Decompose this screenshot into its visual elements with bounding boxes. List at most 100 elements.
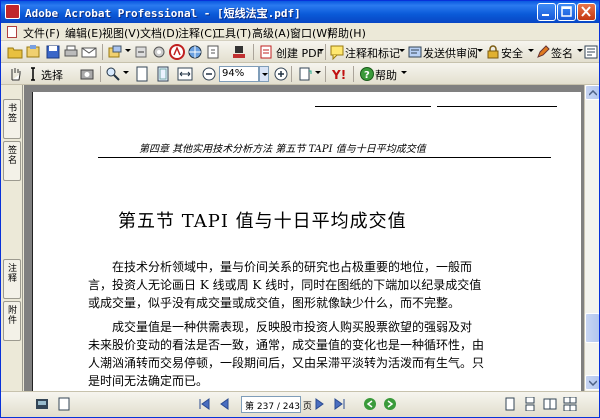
help-dropdown-arrow[interactable] — [401, 71, 407, 74]
menu-help[interactable]: 帮助(H) — [327, 25, 366, 41]
menu-advanced[interactable]: 高级(A) — [252, 25, 290, 41]
last-page-icon[interactable] — [333, 397, 347, 411]
sign-label[interactable]: 签名 — [551, 45, 573, 61]
security-label[interactable]: 安全 — [501, 45, 523, 61]
previous-view-icon[interactable] — [363, 397, 377, 411]
zoom-in-magnifier-icon[interactable] — [105, 66, 121, 82]
rotate-dropdown-arrow[interactable] — [315, 71, 321, 74]
fit-page-icon[interactable] — [155, 66, 171, 82]
menu-edit[interactable]: 编辑(E) — [65, 25, 103, 41]
stamp-icon[interactable] — [231, 44, 247, 60]
organizer-icon[interactable] — [25, 44, 41, 60]
zoom-level-dropdown-button[interactable] — [259, 66, 269, 82]
help-icon[interactable]: ? — [359, 66, 375, 82]
send-review-icon[interactable] — [407, 44, 423, 60]
scroll-thumb[interactable] — [585, 313, 599, 343]
create-pdf-icon[interactable] — [258, 44, 274, 60]
save-icon[interactable] — [45, 44, 61, 60]
running-header: 第四章 其他实用技术分析方法 第五节 TAPI 值与十日平均成交值 — [139, 144, 426, 155]
tools-icon[interactable] — [133, 44, 149, 60]
text-line: 是时间无法确定而已。 — [88, 374, 209, 388]
print-icon[interactable] — [63, 44, 79, 60]
scroll-down-button[interactable] — [585, 375, 599, 390]
section-title: 第五节 TAPI 值与十日平均成交值 — [118, 211, 407, 232]
lock-icon[interactable] — [485, 44, 501, 60]
menu-view[interactable]: 视图(V) — [102, 25, 140, 41]
menu-bar: 文件(F) 编辑(E) 视图(V) 文档(D) 注释(C) 工具(T) 高级(A… — [1, 23, 599, 41]
web-capture-icon[interactable] — [187, 44, 203, 60]
sign-pen-icon[interactable] — [535, 44, 551, 60]
menu-tools[interactable]: 工具(T) — [214, 25, 251, 41]
snapshot-camera-icon[interactable] — [79, 66, 95, 82]
zoom-out-icon[interactable] — [201, 66, 217, 82]
menu-document[interactable]: 文档(D) — [140, 25, 179, 41]
zoom-level-input[interactable]: 94% — [219, 66, 259, 82]
select-text-cursor-icon[interactable] — [25, 66, 41, 82]
security-dropdown-arrow[interactable] — [528, 49, 534, 52]
actual-size-icon[interactable] — [134, 66, 150, 82]
email-icon[interactable] — [81, 44, 97, 60]
page-number-field[interactable]: 第 237 / 243 页 — [241, 396, 312, 413]
scroll-up-button[interactable] — [585, 85, 599, 100]
pdf-page[interactable]: 第四章 其他实用技术分析方法 第五节 TAPI 值与十日平均成交值 第五节 TA… — [32, 92, 581, 391]
comment-markup-label[interactable]: 注释和标记 — [345, 45, 400, 61]
title-bar[interactable]: Adobe Acrobat Professional - [短线法宝.pdf] — [1, 1, 599, 23]
rotate-view-icon[interactable] — [297, 66, 313, 82]
menu-window[interactable]: 窗口(W) — [290, 25, 331, 41]
bookmarks-tab[interactable]: 书签 — [3, 99, 21, 139]
signatures-tab[interactable]: 签名 — [3, 141, 21, 181]
acrobat-logo-icon[interactable] — [169, 44, 185, 60]
close-button[interactable] — [577, 3, 596, 21]
yahoo-toolbar-icon[interactable]: Y! — [331, 66, 347, 82]
help-label[interactable]: 帮助 — [375, 67, 397, 83]
settings-gear-icon[interactable] — [151, 44, 167, 60]
text-line: 未来股价变动的看法是否一致，通常，成交量值的变化也是一种循环性，由 — [88, 338, 485, 352]
maximize-button[interactable] — [557, 3, 576, 21]
acrobat-app-icon[interactable] — [5, 4, 20, 19]
page-top-rule — [315, 106, 431, 107]
attachments-tab-label: 附件 — [7, 306, 17, 326]
open-folder-icon[interactable] — [7, 44, 23, 60]
zoom-in-plus-icon[interactable] — [273, 66, 289, 82]
paragraph-1: 在技术分析领域中，量与价间关系的研究也占极重要的地位，一般而 言，投资人无论画日… — [88, 258, 558, 312]
document-view[interactable]: 第四章 其他实用技术分析方法 第五节 TAPI 值与十日平均成交值 第五节 TA… — [24, 85, 584, 391]
continuous-facing-layout-icon[interactable] — [563, 397, 577, 411]
forms-icon[interactable] — [583, 44, 599, 60]
fit-width-icon[interactable] — [177, 66, 193, 82]
continuous-layout-icon[interactable] — [523, 397, 537, 411]
organize-pages-icon[interactable] — [107, 44, 123, 60]
next-page-icon[interactable] — [313, 397, 327, 411]
attach-file-icon[interactable] — [205, 44, 221, 60]
zoom-tool-dropdown-arrow[interactable] — [123, 71, 129, 74]
organize-dropdown-arrow[interactable] — [125, 49, 131, 52]
toolbar-separator — [325, 44, 326, 60]
paragraph-2: 成交量值是一种供需表现，反映股市投资人购买股票欲望的强弱及对 未来股价变动的看法… — [88, 318, 558, 390]
comments-tab[interactable]: 注释 — [3, 259, 21, 299]
text-line: 或成交量，似乎没有成交量或成交值，图形就像缺少什么，而不完整。 — [88, 296, 461, 310]
send-review-label[interactable]: 发送供审阅 — [423, 45, 478, 61]
review-dropdown-arrow[interactable] — [477, 49, 483, 52]
document-menu-icon[interactable] — [7, 26, 17, 38]
menu-comments[interactable]: 注释(C) — [178, 25, 216, 41]
window-title: Adobe Acrobat Professional - [短线法宝.pdf] — [25, 7, 301, 20]
comment-dropdown-arrow[interactable] — [399, 49, 405, 52]
first-page-icon[interactable] — [197, 397, 211, 411]
view-options-icon[interactable] — [35, 397, 49, 411]
previous-page-icon[interactable] — [217, 397, 231, 411]
hand-tool-icon[interactable] — [7, 66, 23, 82]
facing-layout-icon[interactable] — [543, 397, 557, 411]
text-line: 人潮汹涌转而交易停顿，一段期间后，又由呆滞平淡转为活泼而有生气。只 — [88, 356, 485, 370]
vertical-scrollbar[interactable] — [584, 85, 599, 391]
select-tool-label[interactable]: 选择 — [41, 67, 63, 83]
minimize-button[interactable] — [537, 3, 556, 21]
svg-text:Y!: Y! — [331, 68, 346, 82]
next-view-icon[interactable] — [383, 397, 397, 411]
text-line: 言，投资人无论画日 K 线或周 K 线时，同时在图纸的下端加以纪录成交值 — [88, 278, 482, 292]
create-pdf-label[interactable]: 创建 PDF — [276, 45, 323, 61]
create-pdf-dropdown-arrow[interactable] — [318, 49, 324, 52]
comment-markup-icon[interactable] — [329, 44, 345, 60]
menu-file[interactable]: 文件(F) — [23, 25, 60, 41]
single-page-layout-icon[interactable] — [503, 397, 517, 411]
page-info-icon[interactable] — [57, 397, 71, 411]
attachments-tab[interactable]: 附件 — [3, 301, 21, 341]
